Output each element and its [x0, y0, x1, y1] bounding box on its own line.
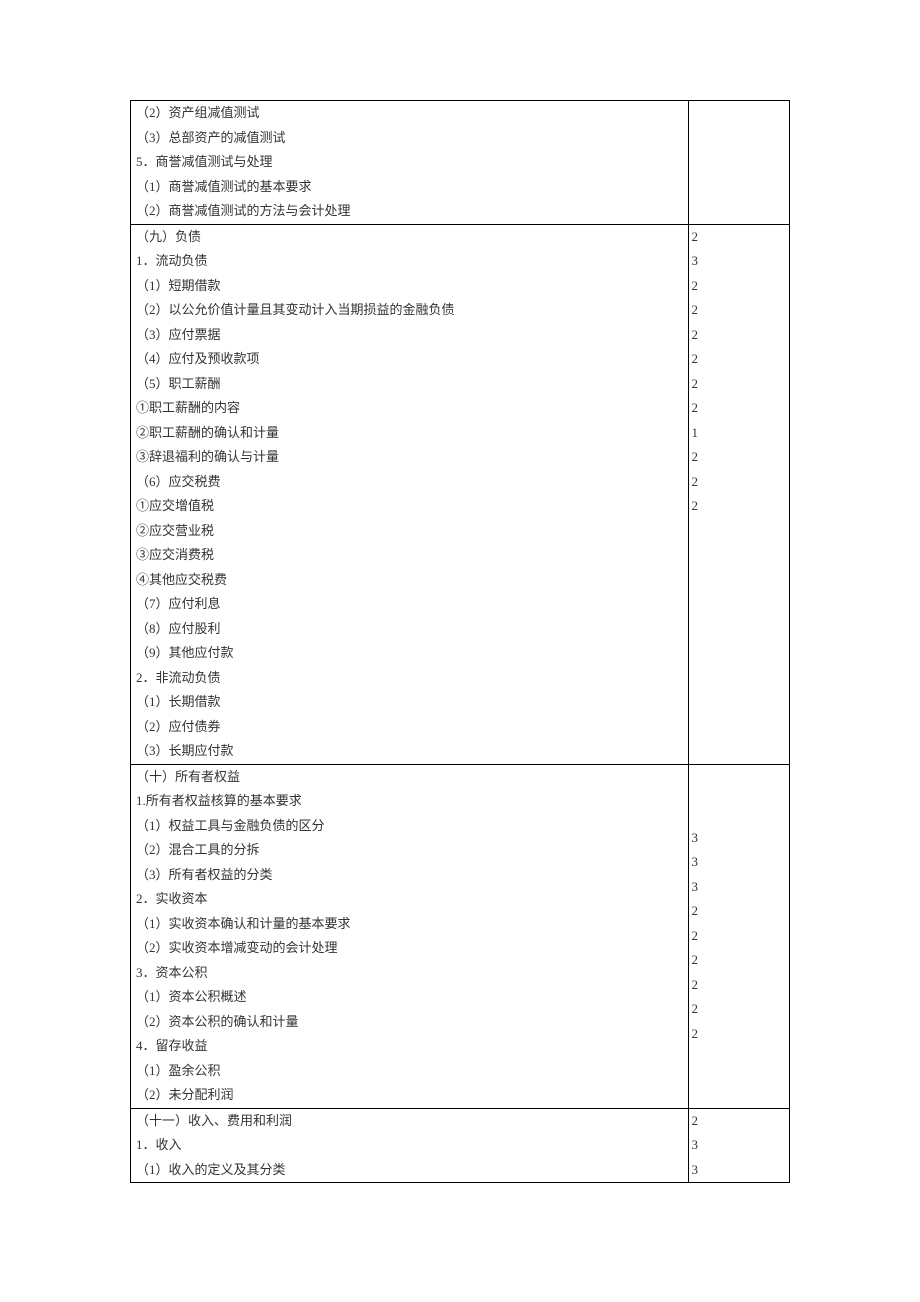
- outline-item: ②职工薪酬的确认和计量: [131, 421, 688, 446]
- outline-item: 1.所有者权益核算的基本要求: [131, 789, 688, 814]
- value-item: 2: [689, 924, 789, 949]
- outline-item: ①职工薪酬的内容: [131, 396, 688, 421]
- outline-item: （3）长期应付款: [131, 739, 688, 764]
- value-item: 3: [689, 1158, 789, 1183]
- outline-item: （2）未分配利润: [131, 1083, 688, 1108]
- outline-item: （2）资产组减值测试: [131, 101, 688, 126]
- value-cell: 333222222: [689, 764, 790, 1108]
- outline-item: （2）实收资本增减变动的会计处理: [131, 936, 688, 961]
- outline-item: （2）资本公积的确认和计量: [131, 1010, 688, 1035]
- value-item: 3: [689, 875, 789, 900]
- value-cell: [689, 101, 790, 225]
- outline-item: （十一）收入、费用和利润: [131, 1109, 688, 1134]
- outline-item: （十）所有者权益: [131, 765, 688, 790]
- content-cell: （九）负债1．流动负债（1）短期借款（2）以公允价值计量且其变动计入当期损益的金…: [131, 224, 689, 764]
- value-item: 2: [689, 494, 789, 519]
- outline-table: （2）资产组减值测试（3）总部资产的减值测试5．商誉减值测试与处理（1）商誉减值…: [130, 100, 790, 1183]
- value-item: 2: [689, 445, 789, 470]
- value-item: 2: [689, 347, 789, 372]
- value-item: 2: [689, 396, 789, 421]
- outline-item: （7）应付利息: [131, 592, 688, 617]
- outline-item: 2．非流动负债: [131, 666, 688, 691]
- outline-item: 2．实收资本: [131, 887, 688, 912]
- outline-item: 1．收入: [131, 1133, 688, 1158]
- outline-item: （2）以公允价值计量且其变动计入当期损益的金融负债: [131, 298, 688, 323]
- outline-item: （2）商誉减值测试的方法与会计处理: [131, 199, 688, 224]
- outline-item: （3）应付票据: [131, 323, 688, 348]
- value-item: 2: [689, 1022, 789, 1047]
- table-row: （2）资产组减值测试（3）总部资产的减值测试5．商誉减值测试与处理（1）商誉减值…: [131, 101, 790, 225]
- value-item: 3: [689, 850, 789, 875]
- outline-item: ④其他应交税费: [131, 568, 688, 593]
- value-item: 2: [689, 899, 789, 924]
- outline-item: （8）应付股利: [131, 617, 688, 642]
- value-item: 2: [689, 1109, 789, 1134]
- outline-item: （1）商誉减值测试的基本要求: [131, 175, 688, 200]
- outline-item: （3）所有者权益的分类: [131, 863, 688, 888]
- value-item: 2: [689, 225, 789, 250]
- table-row: （十）所有者权益1.所有者权益核算的基本要求（1）权益工具与金融负债的区分（2）…: [131, 764, 790, 1108]
- value-cell: 233: [689, 1108, 790, 1183]
- table-row: （十一）收入、费用和利润1．收入（1）收入的定义及其分类233: [131, 1108, 790, 1183]
- value-item: 2: [689, 274, 789, 299]
- value-cell: 232222221222: [689, 224, 790, 764]
- outline-item: （1）资本公积概述: [131, 985, 688, 1010]
- value-item: 2: [689, 323, 789, 348]
- outline-item: （九）负债: [131, 225, 688, 250]
- value-item: 2: [689, 997, 789, 1022]
- outline-item: （1）实收资本确认和计量的基本要求: [131, 912, 688, 937]
- outline-item: （5）职工薪酬: [131, 372, 688, 397]
- content-cell: （十一）收入、费用和利润1．收入（1）收入的定义及其分类: [131, 1108, 689, 1183]
- value-item: 3: [689, 1133, 789, 1158]
- outline-item: （6）应交税费: [131, 470, 688, 495]
- value-item: 1: [689, 421, 789, 446]
- outline-item: （1）权益工具与金融负债的区分: [131, 814, 688, 839]
- document-page: （2）资产组减值测试（3）总部资产的减值测试5．商誉减值测试与处理（1）商誉减值…: [0, 0, 920, 1283]
- value-item: 2: [689, 298, 789, 323]
- outline-item: （1）收入的定义及其分类: [131, 1158, 688, 1183]
- outline-item: （1）长期借款: [131, 690, 688, 715]
- outline-item: 5．商誉减值测试与处理: [131, 150, 688, 175]
- outline-item: （4）应付及预收款项: [131, 347, 688, 372]
- table-row: （九）负债1．流动负债（1）短期借款（2）以公允价值计量且其变动计入当期损益的金…: [131, 224, 790, 764]
- value-item: 3: [689, 249, 789, 274]
- outline-item: （1）短期借款: [131, 274, 688, 299]
- content-cell: （2）资产组减值测试（3）总部资产的减值测试5．商誉减值测试与处理（1）商誉减值…: [131, 101, 689, 225]
- outline-item: 1．流动负债: [131, 249, 688, 274]
- value-item: 2: [689, 973, 789, 998]
- outline-item: 3．资本公积: [131, 961, 688, 986]
- outline-item: （9）其他应付款: [131, 641, 688, 666]
- outline-item: ①应交增值税: [131, 494, 688, 519]
- value-item: 3: [689, 826, 789, 851]
- outline-item: 4．留存收益: [131, 1034, 688, 1059]
- outline-item: （1）盈余公积: [131, 1059, 688, 1084]
- content-cell: （十）所有者权益1.所有者权益核算的基本要求（1）权益工具与金融负债的区分（2）…: [131, 764, 689, 1108]
- outline-item: ③应交消费税: [131, 543, 688, 568]
- outline-item: ②应交营业税: [131, 519, 688, 544]
- value-item: 2: [689, 372, 789, 397]
- outline-item: （2）混合工具的分拆: [131, 838, 688, 863]
- outline-item: ③辞退福利的确认与计量: [131, 445, 688, 470]
- outline-item: （3）总部资产的减值测试: [131, 126, 688, 151]
- value-item: 2: [689, 948, 789, 973]
- outline-item: （2）应付债券: [131, 715, 688, 740]
- value-item: 2: [689, 470, 789, 495]
